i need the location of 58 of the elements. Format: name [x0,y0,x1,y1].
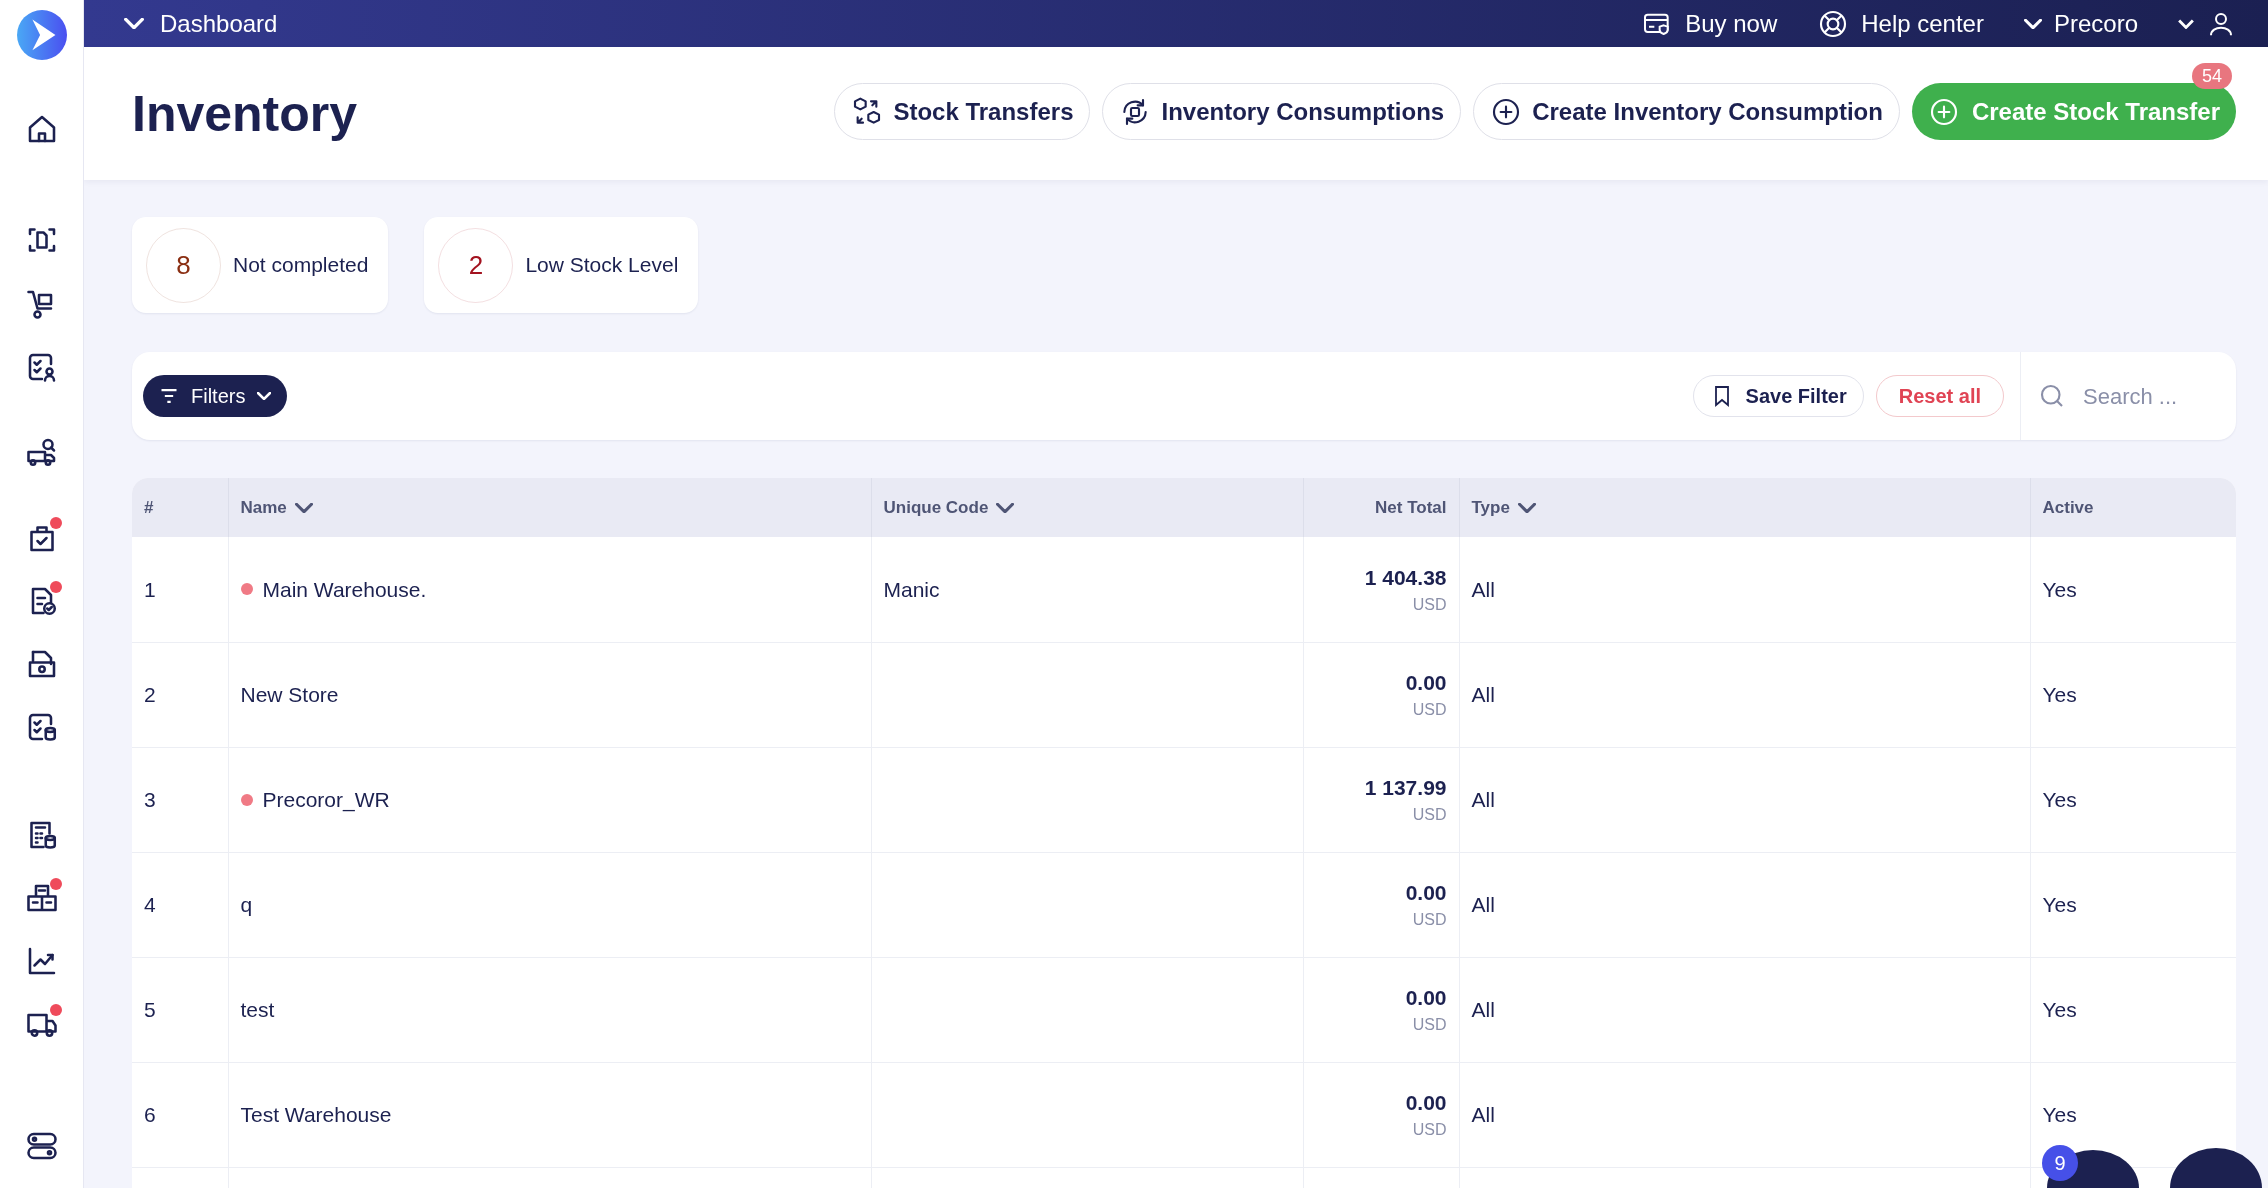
net-total: 0.00 [1405,1089,1447,1116]
column-header: Net Total [1303,478,1459,537]
type-value: All [1471,682,1495,706]
warehouse-name[interactable]: test [240,993,275,1026]
header-button[interactable]: Create Inventory Consumption [1473,83,1900,140]
type-value: All [1471,787,1495,811]
warehouse-name[interactable]: Precoror_WR [262,783,390,816]
header-button[interactable]: Inventory Consumptions [1102,83,1462,140]
warehouse-name[interactable]: New Store [240,678,339,711]
net-total: 0.00 [1405,984,1447,1011]
warehouse-name[interactable]: Main Warehouse. [262,573,427,605]
card-label: Not completed [233,252,369,279]
active-value: Yes [2042,787,2077,811]
column-header[interactable]: Unique Code [871,478,1303,537]
active-value: Yes [2042,577,2077,601]
row-number: 4 [144,892,156,916]
company-menu[interactable]: Precoro [2023,5,2138,42]
row-number: 2 [144,682,156,706]
row-number: 3 [144,787,156,811]
help-center-link[interactable]: Help center [1817,5,1984,42]
active-value: Yes [2042,892,2077,916]
summary-card[interactable]: 2 Low Stock Level [424,217,699,313]
type-value: All [1471,1102,1495,1126]
currency-label: USD [1412,1015,1447,1036]
column-header: # [132,478,228,537]
net-total: 0.00 [1405,879,1447,906]
unique-code: Manic [883,577,940,601]
card-label: Low Stock Level [525,252,679,279]
active-value: Yes [2042,1102,2077,1126]
active-value: Yes [2042,997,2077,1021]
page-title: Inventory [132,88,358,139]
currency-label: USD [1412,805,1447,826]
column-header[interactable]: Name [228,478,871,537]
warehouse-name[interactable]: Test Warehouse [240,1098,392,1131]
active-value: Yes [2042,682,2077,706]
buy-now-link[interactable]: Buy now [1641,5,1778,42]
filters-button[interactable]: Filters [143,375,288,417]
type-value: All [1471,997,1495,1021]
type-value: All [1471,892,1495,916]
header-button[interactable]: Stock Transfers [834,83,1091,140]
row-number: 6 [144,1102,156,1126]
currency-label: USD [1412,595,1447,615]
search-input[interactable]: Search ... [2083,379,2223,413]
row-number: 5 [144,997,156,1021]
net-total: 1 404.38 [1364,564,1447,591]
net-total: 1 137.99 [1364,774,1447,801]
currency-label: USD [1412,1120,1447,1141]
column-header: Active [2030,478,2236,537]
column-header[interactable]: Type [1459,478,2030,537]
count-badge: 54 [2191,63,2232,89]
row-number: 1 [144,577,156,601]
dashboard-menu[interactable]: Dashboard [124,5,278,42]
net-total: 0.00 [1405,669,1447,696]
warehouse-name[interactable]: q [240,888,253,921]
currency-label: USD [1412,910,1447,931]
currency-label: USD [1412,700,1447,721]
type-value: All [1471,577,1495,601]
summary-card[interactable]: 8 Not completed [132,217,389,313]
